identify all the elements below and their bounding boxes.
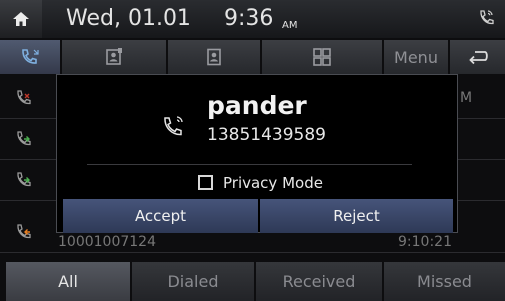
status-bar: Wed, 01.01 9:36 AM xyxy=(0,0,505,38)
menu-button[interactable]: Menu xyxy=(384,40,448,74)
tab-missed[interactable]: Missed xyxy=(384,262,505,301)
call-list-time: 9:10:21 xyxy=(398,234,452,250)
call-history-icon xyxy=(22,49,39,64)
call-history-tab[interactable] xyxy=(0,40,60,74)
accept-button[interactable]: Accept xyxy=(63,199,258,233)
back-button[interactable] xyxy=(450,40,505,74)
reject-label: Reject xyxy=(333,207,380,225)
tab-dialed-label: Dialed xyxy=(167,272,219,291)
tab-received[interactable]: Received xyxy=(256,262,382,301)
dialpad-tab[interactable] xyxy=(262,40,382,74)
incoming-call-icon xyxy=(164,116,183,136)
dialed-call-icon xyxy=(17,224,31,239)
phonebook-tab[interactable] xyxy=(168,40,260,74)
home-icon xyxy=(13,12,29,26)
call-filter-tabs: All Dialed Received Missed xyxy=(0,262,505,301)
phonebook-icon xyxy=(207,48,221,66)
phone-screen: Wed, 01.01 9:36 AM Menu M 10001007124 9:… xyxy=(0,0,505,301)
contacts-icon xyxy=(106,48,122,65)
menu-label: Menu xyxy=(394,47,438,67)
phone-connected-icon xyxy=(480,10,494,25)
received-call-icon xyxy=(17,131,31,146)
tab-dialed[interactable]: Dialed xyxy=(132,262,254,301)
received-call-icon xyxy=(17,172,31,187)
call-list-partial-text: M xyxy=(460,90,473,106)
phone-toolbar: Menu xyxy=(0,40,505,74)
missed-call-icon xyxy=(17,90,31,105)
call-list-number: 10001007124 xyxy=(58,234,156,250)
tab-missed-label: Missed xyxy=(417,272,472,291)
popup-divider xyxy=(87,164,412,165)
dialpad-icon xyxy=(313,48,331,66)
tab-all[interactable]: All xyxy=(6,262,130,301)
reject-button[interactable]: Reject xyxy=(260,199,453,233)
tab-received-label: Received xyxy=(282,272,356,291)
caller-number: 13851439589 xyxy=(207,125,326,145)
status-ampm: AM xyxy=(282,20,298,31)
status-date: Wed, 01.01 xyxy=(66,6,191,31)
contacts-tab[interactable] xyxy=(62,40,166,74)
back-icon xyxy=(468,51,488,65)
privacy-mode-checkbox[interactable] xyxy=(198,175,213,190)
accept-label: Accept xyxy=(134,207,187,225)
incoming-call-popup: pander 13851439589 Privacy Mode Accept R… xyxy=(56,74,458,233)
tab-all-label: All xyxy=(58,272,78,291)
home-button[interactable] xyxy=(0,0,42,38)
caller-name: pander xyxy=(207,91,307,120)
status-time: 9:36 xyxy=(224,6,274,31)
privacy-mode-label: Privacy Mode xyxy=(223,174,323,192)
